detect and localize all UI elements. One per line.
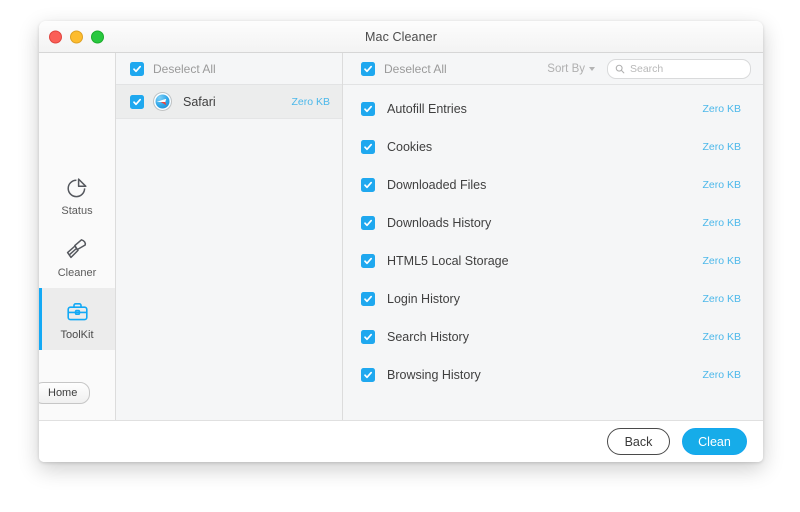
deselect-all-checkbox[interactable]	[361, 61, 375, 76]
list-item[interactable]: Safari Zero KB	[116, 85, 342, 119]
window-titlebar: Mac Cleaner	[39, 21, 763, 53]
item-checkbox[interactable]	[361, 254, 375, 268]
sort-by-dropdown[interactable]: Sort By	[547, 63, 595, 75]
item-name: Downloads History	[387, 216, 492, 230]
search-placeholder: Search	[630, 62, 664, 75]
window-body: Status Cleaner ToolKit Home Deselect All…	[39, 53, 763, 420]
clean-button[interactable]: Clean	[682, 428, 747, 455]
detail-list: Autofill Entries Zero KB Cookies Zero KB…	[343, 85, 763, 420]
search-input[interactable]: Search	[607, 58, 751, 79]
apps-panel: Deselect All Safari Zero KB	[116, 53, 343, 420]
item-name: Search History	[387, 330, 469, 344]
minimize-window-icon[interactable]	[70, 30, 83, 43]
close-window-icon[interactable]	[49, 30, 62, 43]
item-checkbox[interactable]	[361, 216, 375, 230]
item-name: Login History	[387, 292, 460, 306]
sidebar-item-status[interactable]: Status	[39, 164, 115, 226]
chevron-down-icon	[589, 66, 595, 71]
sidebar-item-cleaner[interactable]: Cleaner	[39, 226, 115, 288]
list-item[interactable]: Search History Zero KB	[343, 318, 763, 356]
list-item[interactable]: Autofill Entries Zero KB	[343, 90, 763, 128]
item-size: Zero KB	[702, 141, 741, 153]
sidebar: Status Cleaner ToolKit Home	[39, 53, 116, 420]
app-name: Safari	[183, 94, 216, 109]
item-checkbox[interactable]	[361, 140, 375, 154]
back-button[interactable]: Back	[607, 428, 670, 455]
item-name: Autofill Entries	[387, 102, 467, 116]
window-footer: Back Clean	[39, 420, 763, 462]
sort-by-label: Sort By	[547, 62, 585, 75]
item-checkbox[interactable]	[361, 292, 375, 306]
sidebar-item-label: ToolKit	[60, 328, 94, 341]
item-size: Zero KB	[702, 103, 741, 115]
item-checkbox[interactable]	[361, 178, 375, 192]
item-checkbox[interactable]	[361, 330, 375, 344]
item-size: Zero KB	[702, 293, 741, 305]
deselect-all-label: Deselect All	[384, 61, 447, 76]
window-title: Mac Cleaner	[365, 29, 437, 44]
item-size: Zero KB	[702, 255, 741, 267]
item-size: Zero KB	[702, 331, 741, 343]
detail-panel: Deselect All Sort By Search Autofill Ent…	[343, 53, 763, 420]
item-name: HTML5 Local Storage	[387, 254, 509, 268]
app-checkbox[interactable]	[130, 94, 144, 109]
deselect-all-checkbox[interactable]	[130, 61, 144, 76]
sidebar-item-label: Cleaner	[57, 266, 97, 279]
pie-chart-icon	[62, 174, 92, 202]
list-item[interactable]: Browsing History Zero KB	[343, 356, 763, 394]
search-icon	[615, 64, 625, 73]
maximize-window-icon[interactable]	[91, 30, 104, 43]
item-name: Browsing History	[387, 368, 481, 382]
item-checkbox[interactable]	[361, 102, 375, 116]
sidebar-footer: Home	[39, 382, 115, 420]
home-button[interactable]: Home	[39, 382, 91, 404]
item-size: Zero KB	[702, 217, 741, 229]
item-checkbox[interactable]	[361, 368, 375, 382]
list-item[interactable]: HTML5 Local Storage Zero KB	[343, 242, 763, 280]
sidebar-nav: Status Cleaner ToolKit	[39, 164, 115, 350]
apps-list: Safari Zero KB	[116, 85, 342, 420]
detail-panel-header: Deselect All Sort By Search	[343, 53, 763, 85]
list-item[interactable]: Downloads History Zero KB	[343, 204, 763, 242]
item-size: Zero KB	[702, 369, 741, 381]
deselect-all-label: Deselect All	[153, 61, 216, 76]
apps-panel-header: Deselect All	[116, 53, 342, 85]
item-name: Downloaded Files	[387, 178, 487, 192]
traffic-lights	[49, 30, 104, 43]
list-item[interactable]: Downloaded Files Zero KB	[343, 166, 763, 204]
detail-header-controls: Sort By Search	[547, 58, 751, 79]
toolbox-icon	[62, 298, 92, 326]
sidebar-item-label: Status	[61, 204, 93, 217]
app-window: Mac Cleaner Status Cleaner ToolKit Home …	[39, 21, 763, 462]
desktop-backdrop: Mac Cleaner Status Cleaner ToolKit Home …	[0, 0, 800, 512]
app-size: Zero KB	[291, 95, 330, 108]
sidebar-item-toolkit[interactable]: ToolKit	[39, 288, 115, 350]
item-size: Zero KB	[702, 179, 741, 191]
list-item[interactable]: Login History Zero KB	[343, 280, 763, 318]
brush-icon	[62, 236, 92, 264]
item-name: Cookies	[387, 140, 433, 154]
list-item[interactable]: Cookies Zero KB	[343, 128, 763, 166]
safari-compass-icon	[154, 93, 171, 110]
